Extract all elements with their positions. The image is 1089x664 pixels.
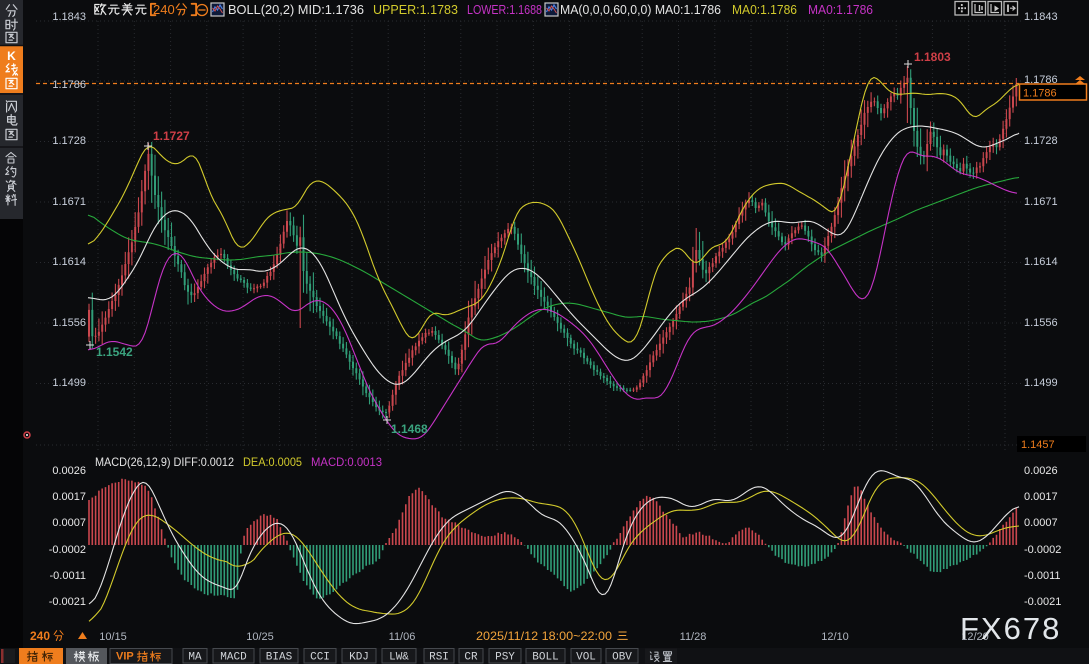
svg-text:1.1556: 1.1556 [52,317,86,329]
svg-text:K: K [7,49,16,63]
svg-text:1.1843: 1.1843 [52,11,86,23]
svg-text:0.0007: 0.0007 [52,517,86,529]
svg-text:CCI: CCI [310,652,330,664]
svg-text:240: 240 [30,629,50,643]
svg-text:0.0026: 0.0026 [52,465,86,477]
svg-text:10/15: 10/15 [99,631,127,643]
svg-text:1.1728: 1.1728 [1024,135,1058,147]
svg-text:MA0:1.1786: MA0:1.1786 [732,2,797,17]
svg-text:LOWER:1.1688: LOWER:1.1688 [467,2,542,17]
svg-text:1.1843: 1.1843 [1024,11,1058,23]
svg-text:UPPER:1.1783: UPPER:1.1783 [373,2,458,17]
svg-text:KDJ: KDJ [349,652,369,664]
svg-text:11/28: 11/28 [680,631,707,643]
svg-text:11/06: 11/06 [389,631,416,643]
svg-text:1.1614: 1.1614 [52,256,86,268]
svg-text:1.1499: 1.1499 [1024,377,1058,389]
svg-text:1.1786: 1.1786 [1023,88,1057,100]
svg-text:MACD(26,12,9) DIFF:0.0012: MACD(26,12,9) DIFF:0.0012 [95,455,234,469]
svg-text:1.1556: 1.1556 [1024,317,1058,329]
svg-text:10/25: 10/25 [246,631,274,643]
svg-text:-0.0011: -0.0011 [1024,570,1061,582]
svg-text:1.1728: 1.1728 [52,135,86,147]
svg-text:1.1671: 1.1671 [1024,196,1058,208]
svg-text:1.1499: 1.1499 [52,377,86,389]
svg-text:BOLL: BOLL [532,652,558,664]
svg-text:-0.0002: -0.0002 [1024,544,1061,556]
svg-text:RSI: RSI [429,652,449,664]
svg-text:1.1727: 1.1727 [153,129,190,143]
svg-text:VIP: VIP [116,651,134,663]
svg-text:0.0017: 0.0017 [1024,491,1058,503]
svg-text:MA: MA [188,652,202,664]
svg-text:MACD:0.0013: MACD:0.0013 [311,455,382,469]
svg-text:240: 240 [153,2,175,17]
svg-text:MA0:1.1786: MA0:1.1786 [808,2,873,17]
svg-text:12/10: 12/10 [821,631,849,643]
svg-text:1.1786: 1.1786 [52,79,86,91]
svg-text:FX678: FX678 [960,611,1061,646]
svg-text:1.1468: 1.1468 [391,422,428,436]
svg-text:-0.0002: -0.0002 [49,544,86,556]
svg-text:1.1457: 1.1457 [1021,439,1055,451]
svg-text:1.1614: 1.1614 [1024,256,1058,268]
svg-text:2025/11/12 18:00~22:00: 2025/11/12 18:00~22:00 [476,629,612,643]
svg-text:0.0017: 0.0017 [52,491,86,503]
svg-text:0.0026: 0.0026 [1024,465,1058,477]
svg-text:-0.0021: -0.0021 [49,596,86,608]
svg-text:1.1542: 1.1542 [96,345,133,359]
svg-text:OBV: OBV [612,652,632,664]
svg-text:DEA:0.0005: DEA:0.0005 [243,455,302,469]
svg-text:-0.0011: -0.0011 [50,570,87,582]
svg-text:CR: CR [464,652,478,664]
svg-text:MACD: MACD [220,652,247,664]
svg-text:PSY: PSY [495,652,515,664]
svg-text:MA(0,0,0,60,0,0) MA0:1.1786: MA(0,0,0,60,0,0) MA0:1.1786 [560,2,721,17]
svg-text:0.0007: 0.0007 [1024,517,1058,529]
svg-text:-0.0021: -0.0021 [1024,596,1061,608]
svg-text:LW&: LW& [389,652,409,664]
svg-text:1.1671: 1.1671 [52,196,86,208]
svg-text:1.1803: 1.1803 [914,50,951,64]
svg-text:VOL: VOL [576,652,596,664]
svg-text:BIAS: BIAS [266,652,293,664]
svg-text:BOLL(20,2) MID:1.1736: BOLL(20,2) MID:1.1736 [228,2,364,17]
